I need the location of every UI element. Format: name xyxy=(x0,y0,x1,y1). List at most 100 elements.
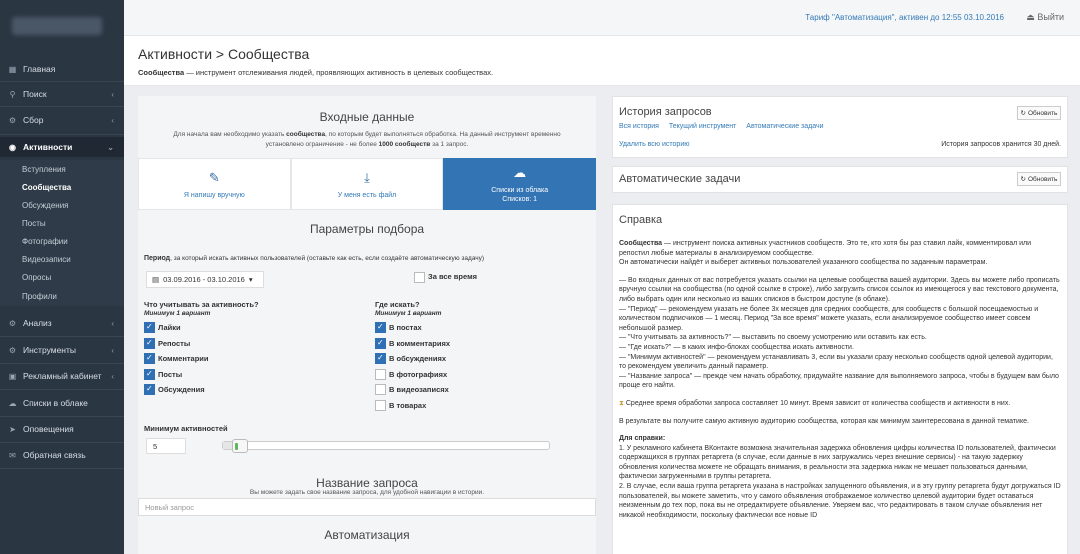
hint-text: Для начала вам необходимо указать xyxy=(173,131,287,138)
checkbox-label: В фотографиях xyxy=(389,370,448,379)
calendar-icon: ▤ xyxy=(152,275,160,284)
history-link-auto[interactable]: Автоматические задачи xyxy=(746,123,823,130)
download-icon: ⤓ xyxy=(364,169,370,185)
checkbox-discussions[interactable] xyxy=(144,384,155,395)
logout-button[interactable]: ⏏ Выйти xyxy=(1026,12,1064,23)
all-time-label: За все время xyxy=(428,272,477,281)
refresh-label: Обновить xyxy=(1028,175,1058,183)
sidebar-subitem-photos[interactable]: Фотографии xyxy=(0,232,124,250)
logout-icon: ⏏ xyxy=(1026,12,1035,22)
sidebar-item-label: Списки в облаке xyxy=(23,398,88,408)
sidebar-item-ad-cabinet[interactable]: ▣ Рекламный кабинет ‹ xyxy=(0,366,124,386)
divider xyxy=(0,442,124,443)
help-paragraph: — "Название запроса" — прежде чем начать… xyxy=(619,372,1061,391)
auto-tasks-refresh-button[interactable]: ↻ Обновить xyxy=(1017,172,1061,186)
all-time-checkbox[interactable] xyxy=(414,272,425,283)
chevron-left-icon: ‹ xyxy=(111,345,114,355)
date-range-picker[interactable]: ▤ 03.09.2016 - 03.10.2016 ▾ xyxy=(146,271,264,288)
help-bold: Сообщества xyxy=(619,240,663,247)
sidebar-item-notifications[interactable]: ➤ Оповещения xyxy=(0,419,124,439)
sidebar-item-label: Оповещения xyxy=(23,424,74,434)
help-text: В результате вы получите самую активную … xyxy=(619,417,1029,425)
auto-tasks-title: Автоматические задачи xyxy=(619,173,741,185)
tariff-link[interactable]: Тариф "Автоматизация", активен до 12:55 … xyxy=(805,13,1004,22)
history-link-all[interactable]: Вся история xyxy=(619,123,659,130)
history-clear-link[interactable]: Удалить всю историю xyxy=(619,141,690,148)
sidebar-item-home[interactable]: ▦ Главная xyxy=(0,59,124,79)
checkbox-label: В обсуждениях xyxy=(389,354,446,363)
checkbox-in-videos[interactable] xyxy=(375,384,386,395)
help-paragraph: — "Где искать?" — в каких инфо-блоках со… xyxy=(619,343,1061,353)
help-text: — "Название запроса" — прежде чем начать… xyxy=(619,372,1059,390)
page-title: Активности > Сообщества xyxy=(138,46,310,62)
tab-manual[interactable]: ✎ Я напишу вручную xyxy=(138,158,291,210)
sidebar-subitem-posts[interactable]: Посты xyxy=(0,214,124,232)
refresh-label: Обновить xyxy=(1028,109,1058,117)
sidebar-item-analysis[interactable]: ⚙ Анализ ‹ xyxy=(0,313,124,333)
sidebar-subitem-videos[interactable]: Видеозаписи xyxy=(0,250,124,268)
logo[interactable] xyxy=(0,0,124,52)
sidebar-item-label: Активности xyxy=(23,142,73,152)
left-panel: Входные данные Для начала вам необходимо… xyxy=(138,96,597,554)
checkbox-in-photos[interactable] xyxy=(375,369,386,380)
sidebar-item-tools[interactable]: ⚙ Инструменты ‹ xyxy=(0,340,124,360)
checkbox-label: В комментариях xyxy=(389,339,451,348)
topbar: Тариф "Автоматизация", активен до 12:55 … xyxy=(124,0,1080,36)
divider xyxy=(0,468,124,469)
history-panel: История запросов ↻ Обновить Вся история Т… xyxy=(612,96,1068,158)
page-header: Активности > Сообщества Сообщества — инс… xyxy=(124,36,1080,86)
sidebar-subitem-discussions[interactable]: Обсуждения xyxy=(0,196,124,214)
sidebar-item-activities[interactable]: ◉ Активности ⌄ xyxy=(0,137,124,157)
checkbox-comments[interactable] xyxy=(144,353,155,364)
request-name-input[interactable]: Новый запрос xyxy=(138,498,596,516)
min-activity-input[interactable]: 5 xyxy=(146,438,186,454)
eye-icon: ◉ xyxy=(9,142,16,152)
tab-file[interactable]: ⤓ У меня есть файл xyxy=(290,158,444,210)
sidebar-subitem-polls[interactable]: Опросы xyxy=(0,268,124,286)
sidebar-subitem-communities[interactable]: Сообщества xyxy=(0,178,124,196)
input-source-tabs: ✎ Я напишу вручную ⤓ У меня есть файл ☁ … xyxy=(138,158,597,210)
checkbox-posts[interactable] xyxy=(144,369,155,380)
help-text: — инструмент поиска активных участников … xyxy=(619,240,1032,257)
history-refresh-button[interactable]: ↻ Обновить xyxy=(1017,106,1061,120)
checkbox-label: Посты xyxy=(158,370,183,379)
divider xyxy=(0,389,124,390)
min-activity-slider[interactable] xyxy=(222,439,550,453)
pencil-icon: ✎ xyxy=(208,169,220,185)
sidebar-item-feedback[interactable]: ✉ Обратная связь xyxy=(0,445,124,465)
history-link-current[interactable]: Текущий инструмент xyxy=(669,123,736,130)
caret-down-icon: ▾ xyxy=(248,275,253,284)
period-text: , за который искать активных пользовател… xyxy=(170,255,485,262)
help-text: — "Минимум активностей" — рекомендуем ус… xyxy=(619,353,1053,371)
sidebar-subitem-profiles[interactable]: Профили xyxy=(0,286,124,306)
tab-label: Я напишу вручную xyxy=(183,191,245,199)
sidebar-item-label: Сбор xyxy=(23,115,44,125)
checkbox-in-discussions[interactable] xyxy=(375,353,386,364)
divider xyxy=(0,106,124,107)
tab-cloud[interactable]: ☁ Списки из облака Списков: 1 xyxy=(443,158,597,210)
sidebar-subitem-joins[interactable]: Вступления xyxy=(0,160,124,178)
tab-sublabel: Списков: 1 xyxy=(502,196,538,203)
history-title: История запросов xyxy=(619,106,712,118)
sidebar-item-label: Рекламный кабинет xyxy=(23,371,102,381)
what-subheading: Минимум 1 вариант xyxy=(144,310,211,317)
checkbox-label: В постах xyxy=(389,323,422,332)
help-paragraph: Сообщества — инструмент поиска активных … xyxy=(619,239,1061,268)
checkbox-in-posts[interactable] xyxy=(375,322,386,333)
sidebar-item-label: Инструменты xyxy=(23,345,77,355)
checkbox-likes[interactable] xyxy=(144,322,155,333)
slider-handle[interactable] xyxy=(232,439,248,453)
sidebar-item-cloud-lists[interactable]: ☁ Списки в облаке xyxy=(0,393,124,413)
checkbox-in-goods[interactable] xyxy=(375,400,386,411)
help-bold: Для справки: xyxy=(619,435,666,443)
history-filter-links: Вся история Текущий инструмент Автоматич… xyxy=(619,123,832,130)
checkbox-in-comments[interactable] xyxy=(375,338,386,349)
sidebar-item-search[interactable]: ⚲ Поиск ‹ xyxy=(0,84,124,104)
checkbox-reposts[interactable] xyxy=(144,338,155,349)
sidebar-item-collect[interactable]: ⚙ Сбор ‹ xyxy=(0,110,124,130)
period-label: Период, за который искать активных польз… xyxy=(144,255,484,262)
send-icon: ➤ xyxy=(9,424,16,434)
date-range-value: 03.09.2016 - 03.10.2016 xyxy=(163,275,245,284)
checkbox-label: Комментарии xyxy=(158,354,209,363)
help-text: Он автоматически найдёт и выберет активн… xyxy=(619,259,988,267)
